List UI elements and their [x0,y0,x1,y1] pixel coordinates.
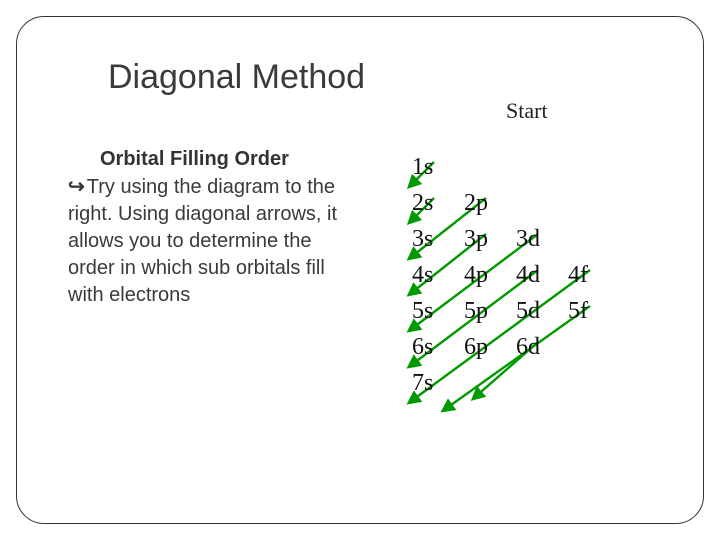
bullet-paragraph: ↪Try using the diagram to the right. Usi… [68,174,348,309]
orbital-2s: 2s [412,190,433,217]
orbital-5d: 5d [516,298,540,325]
slide: Diagonal Method Start Orbital Filling Or… [0,0,720,540]
orbital-diagram: 1s 2s 2p 3s 3p 3d 4s 4p 4d 4f 5s 5p 5d 5… [400,150,660,450]
orbital-3s: 3s [412,226,433,253]
orbital-3p: 3p [464,226,488,253]
orbital-4f: 4f [568,262,588,289]
orbital-7s: 7s [412,370,433,397]
orbital-5p: 5p [464,298,488,325]
orbital-4d: 4d [516,262,540,289]
bullet-text: Try using the diagram to the right. Usin… [68,176,337,306]
slide-title: Diagonal Method [108,58,365,97]
orbital-2p: 2p [464,190,488,217]
orbital-5s: 5s [412,298,433,325]
bullet-arrow-icon: ↪ [68,176,85,198]
orbital-6s: 6s [412,334,433,361]
orbital-5f: 5f [568,298,588,325]
orbital-6d: 6d [516,334,540,361]
orbital-4s: 4s [412,262,433,289]
section-subtitle: Orbital Filling Order [100,148,289,171]
orbital-6p: 6p [464,334,488,361]
start-label: Start [506,98,548,124]
orbital-1s: 1s [412,154,433,181]
orbital-3d: 3d [516,226,540,253]
orbital-4p: 4p [464,262,488,289]
